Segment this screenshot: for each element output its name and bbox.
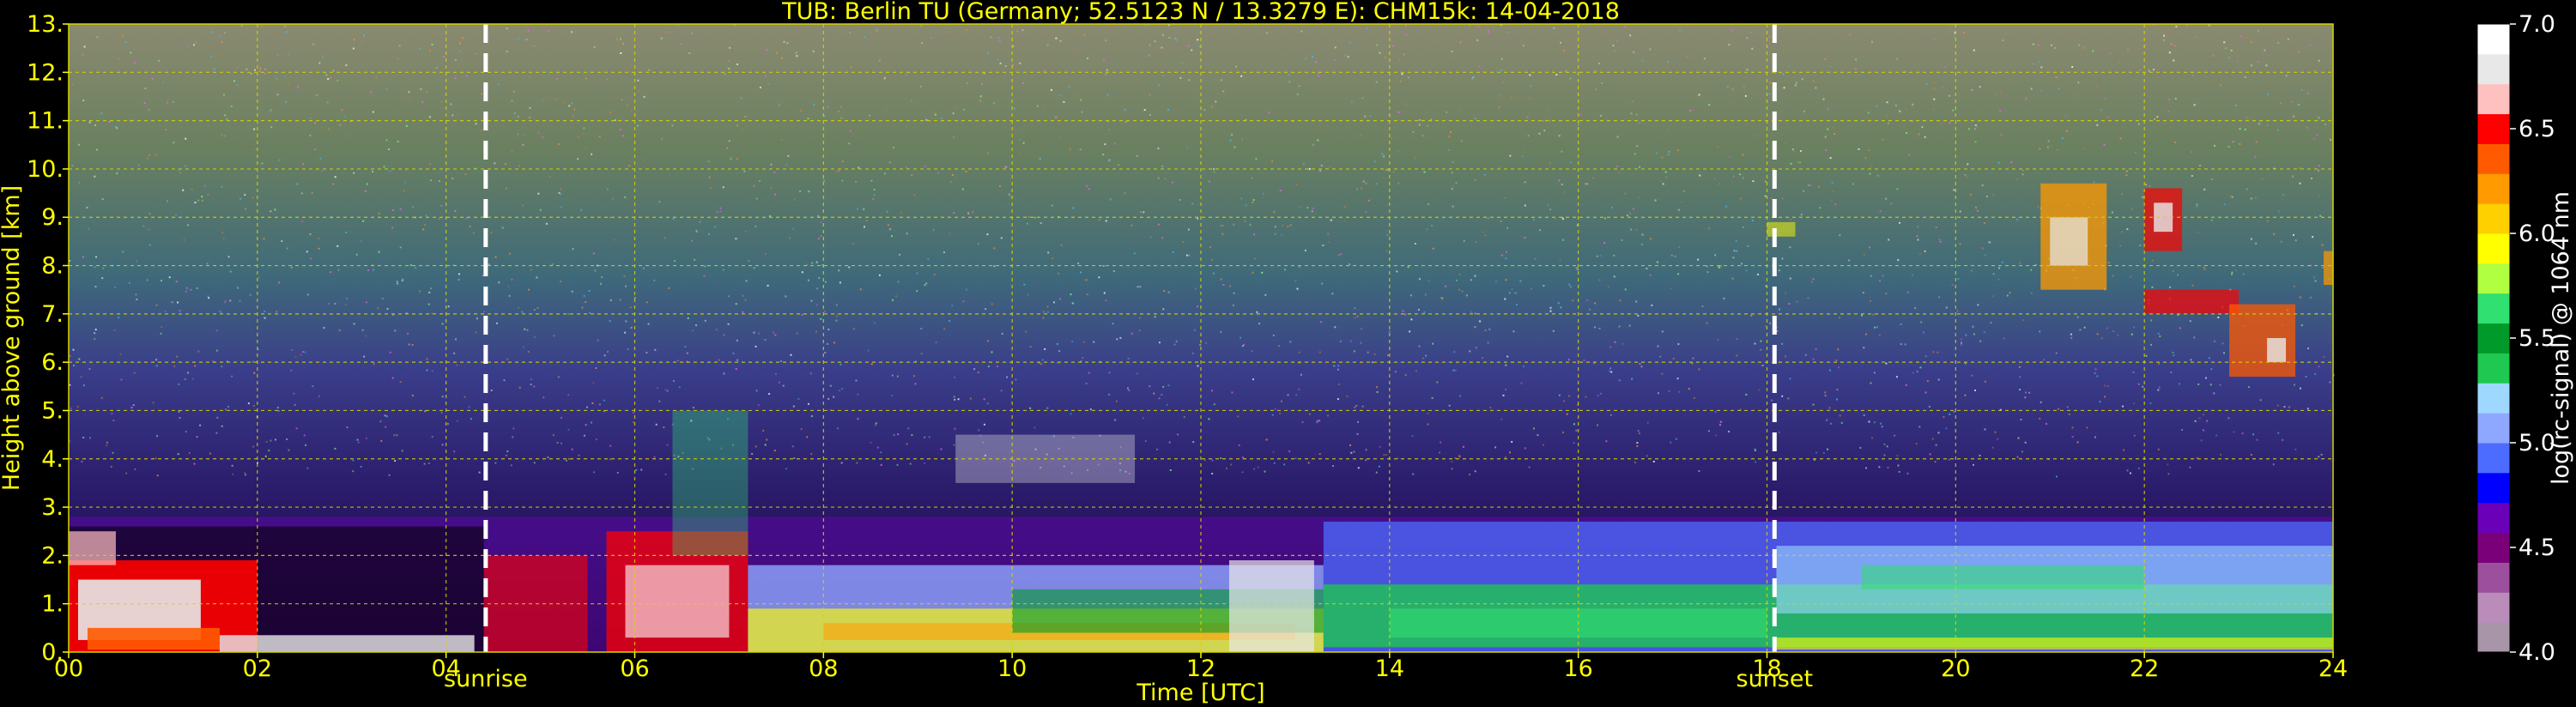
colorbar-band xyxy=(2477,233,2510,264)
colorbar-band xyxy=(2477,502,2510,534)
plot-area xyxy=(68,23,2335,653)
y-tick-label: 8. xyxy=(41,253,64,280)
y-tick-label: 6. xyxy=(41,349,64,376)
x-tick-label: 12 xyxy=(1186,656,1215,682)
colorbar-band xyxy=(2477,562,2510,593)
y-tick-label: 0. xyxy=(41,639,64,666)
colorbar-band xyxy=(2477,143,2510,174)
colorbar-band xyxy=(2477,472,2510,504)
y-tick-label: 5. xyxy=(41,397,64,424)
colorbar-tick-label: 4.0 xyxy=(2518,639,2555,666)
colorbar-band xyxy=(2477,203,2510,234)
colorbar-band xyxy=(2477,383,2510,414)
colorbar-band xyxy=(2477,532,2510,563)
colorbar-band xyxy=(2477,173,2510,204)
sunrise-label: sunrise xyxy=(444,666,528,692)
x-tick-label: 08 xyxy=(809,656,838,682)
colorbar-band xyxy=(2477,443,2510,474)
colorbar-band xyxy=(2477,413,2510,444)
colorbar-band xyxy=(2477,353,2510,384)
colorbar-tick-label: 7.0 xyxy=(2518,11,2555,38)
x-tick-label: 06 xyxy=(620,656,649,682)
sunset-label: sunset xyxy=(1737,666,1814,692)
colorbar-band xyxy=(2477,293,2510,324)
y-tick-label: 1. xyxy=(41,591,64,618)
colorbar-tick-label: 4.5 xyxy=(2518,535,2555,561)
colorbar-bands xyxy=(2477,24,2510,653)
y-tick-label: 2. xyxy=(41,542,64,569)
ceilometer-chart: 00 02 04 06 08 10 12 14 16 18 20 22 24 0.1.2.3.4.5.6… xyxy=(0,0,2574,706)
colorbar-label: log(rc-signal) @ 1064 nm xyxy=(2548,191,2574,485)
x-axis-ticks: 00 02 04 06 08 10 12 14 16 18 20 22 24 xyxy=(54,652,2348,682)
colorbar-band xyxy=(2477,622,2510,653)
colorbar-band xyxy=(2477,83,2510,115)
x-tick-label: 14 xyxy=(1375,656,1404,682)
y-tick-label: 10. xyxy=(27,156,64,183)
y-tick-label: 7. xyxy=(41,301,64,328)
x-tick-label: 24 xyxy=(2318,656,2348,682)
colorbar-tick-label: 6.5 xyxy=(2518,116,2555,142)
y-tick-label: 9. xyxy=(41,204,64,231)
x-tick-label: 22 xyxy=(2130,656,2159,682)
chart-title: TUB: Berlin TU (Germany; 52.5123 N / 13.… xyxy=(781,0,1620,25)
x-tick-label: 16 xyxy=(1563,656,1592,682)
y-tick-label: 4. xyxy=(41,446,64,473)
y-tick-label: 13. xyxy=(27,11,64,38)
y-tick-label: 12. xyxy=(27,59,64,86)
x-axis-label: Time [UTC] xyxy=(1136,680,1264,706)
colorbar-band xyxy=(2477,113,2510,144)
colorbar: 4.04.55.05.56.06.57.0 log(rc-signal) @ 1… xyxy=(2476,11,2574,666)
y-axis-label: Height above ground [km] xyxy=(0,185,25,491)
colorbar-band xyxy=(2477,323,2510,354)
y-tick-label: 11. xyxy=(27,108,64,135)
colorbar-band xyxy=(2477,592,2510,623)
colorbar-band xyxy=(2477,263,2510,294)
x-tick-label: 10 xyxy=(997,656,1027,682)
y-tick-label: 3. xyxy=(41,494,64,521)
x-tick-label: 20 xyxy=(1941,656,1970,682)
colorbar-band xyxy=(2477,53,2510,85)
y-axis-ticks: 0. 1. 2. 3. 4. 5. 6. 7. 8. 9. 10. 11. 12. 13. xyxy=(27,11,69,666)
colorbar-band xyxy=(2477,24,2510,55)
x-tick-label: 02 xyxy=(243,656,272,682)
